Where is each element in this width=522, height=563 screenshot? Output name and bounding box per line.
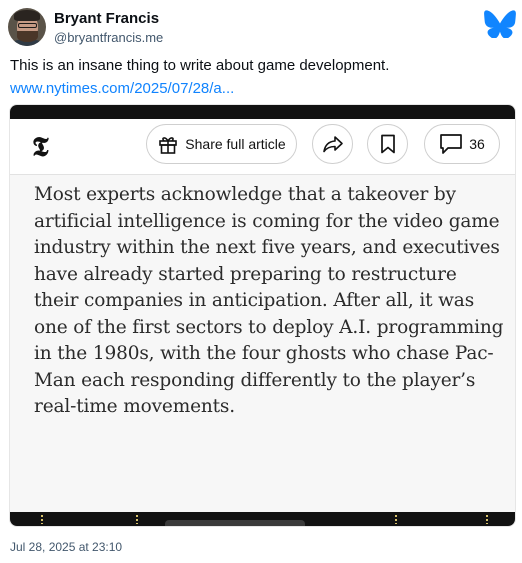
author-name[interactable]: Bryant Francis: [54, 10, 159, 27]
share-arrow-icon: [322, 136, 343, 153]
author-handle[interactable]: @bryantfrancis.me: [54, 30, 163, 45]
post-text: This is an insane thing to write about g…: [10, 57, 390, 74]
share-arrow-button[interactable]: [312, 124, 353, 164]
share-full-article-label: Share full article: [185, 136, 286, 152]
comment-count: 36: [469, 136, 485, 152]
decorative-dash: [395, 515, 397, 524]
bookmark-icon: [380, 134, 395, 154]
gift-icon: [159, 137, 178, 154]
post-timestamp[interactable]: Jul 28, 2025 at 23:10: [10, 540, 122, 554]
bookmark-button[interactable]: [367, 124, 408, 164]
decorative-dash: [136, 515, 138, 524]
avatar[interactable]: [8, 8, 46, 46]
embedded-screenshot[interactable]: 𝕿 Share full article 36 Most experts ack…: [9, 104, 516, 527]
comment-bubble-icon: [440, 134, 463, 154]
decorative-bar: [165, 520, 305, 526]
article-body-text: Most experts acknowledge that a takeover…: [34, 184, 504, 417]
decorative-dash: [41, 515, 43, 524]
comments-button[interactable]: 36: [424, 124, 500, 164]
post-card[interactable]: Bryant Francis @bryantfrancis.me This is…: [0, 0, 522, 563]
nyt-logo[interactable]: 𝕿: [32, 132, 49, 164]
avatar-beard: [17, 31, 38, 42]
embed-top-bar: [10, 105, 515, 119]
embed-bottom-bar: [10, 512, 515, 526]
avatar-glasses: [18, 23, 37, 28]
bluesky-butterfly-icon[interactable]: [484, 10, 516, 38]
avatar-hair: [14, 10, 40, 21]
share-full-article-button[interactable]: Share full article: [146, 124, 297, 164]
decorative-dash: [486, 515, 488, 524]
post-link[interactable]: www.nytimes.com/2025/07/28/a...: [10, 80, 234, 97]
